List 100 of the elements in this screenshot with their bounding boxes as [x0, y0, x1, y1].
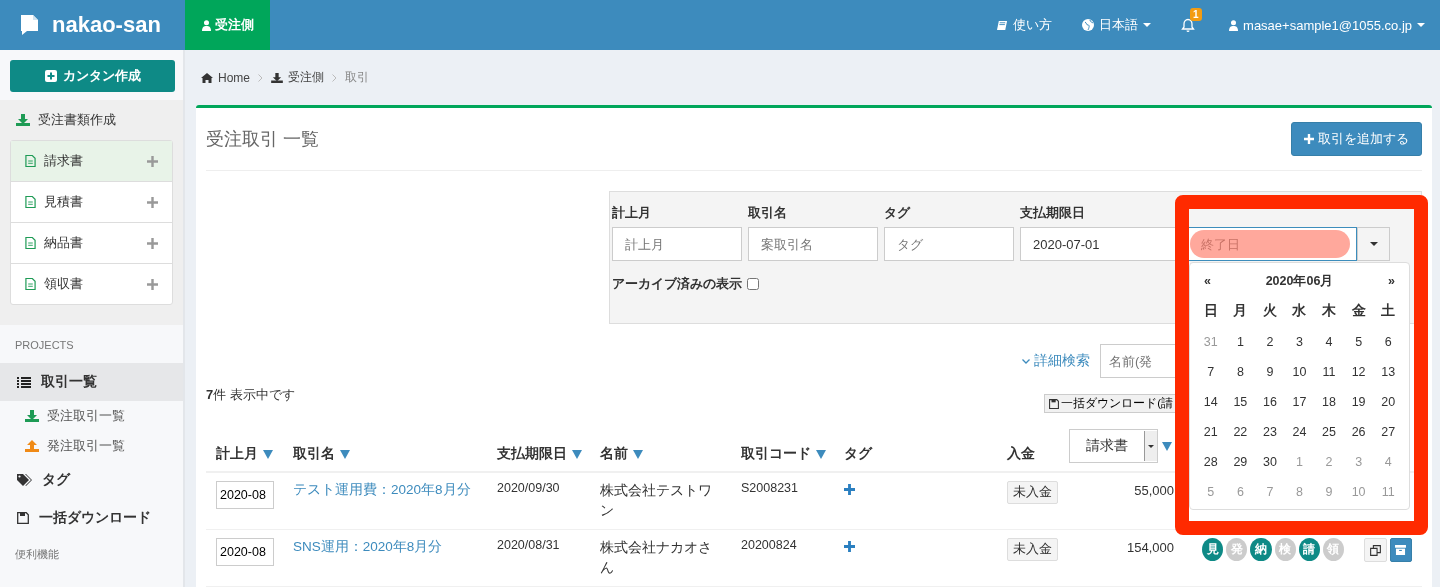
add-tag-icon[interactable]: [844, 541, 855, 552]
calendar-day[interactable]: 27: [1373, 417, 1403, 447]
calendar-day[interactable]: 28: [1196, 447, 1226, 477]
calendar-day[interactable]: 25: [1314, 417, 1344, 447]
calendar-day[interactable]: 26: [1343, 417, 1374, 447]
field-label: 取引名: [748, 204, 788, 221]
sort-icon: [340, 449, 350, 459]
calendar-day[interactable]: 3: [1284, 327, 1315, 357]
nav-item[interactable]: タグ: [0, 461, 183, 499]
notification-count: 1: [1190, 8, 1202, 21]
sort-icon: [633, 449, 643, 459]
nav-subitem[interactable]: 受注取引一覧: [0, 401, 183, 431]
filter-field[interactable]: タグ: [884, 227, 1014, 261]
month-field[interactable]: 2020-08: [216, 538, 274, 566]
table-cell-text: 株式会社テストワン: [600, 482, 713, 520]
column-header[interactable]: 名前: [600, 445, 643, 463]
document-status-badge[interactable]: 納: [1250, 538, 1272, 561]
calendar-day[interactable]: 21: [1196, 417, 1226, 447]
calendar-day[interactable]: 16: [1255, 387, 1285, 417]
calendar-day[interactable]: 13: [1373, 357, 1403, 387]
breadcrumb-link[interactable]: 受注側: [271, 69, 324, 86]
archive-button[interactable]: [1389, 538, 1412, 562]
plus-square-icon: [44, 70, 57, 82]
calendar-day[interactable]: 8: [1225, 357, 1256, 387]
filter-field[interactable]: 案取引名: [748, 227, 878, 261]
calendar-day[interactable]: 20: [1373, 387, 1403, 417]
calendar-day[interactable]: 6: [1373, 327, 1403, 357]
table-cell: S2008231: [741, 481, 798, 495]
table-cell: 20200824: [741, 538, 797, 552]
quick-create-button[interactable]: カンタン作成: [10, 60, 175, 92]
document-icon: [25, 236, 36, 250]
sort-icon: [263, 449, 273, 459]
bell-icon[interactable]: [1181, 18, 1196, 32]
plus-icon[interactable]: [147, 278, 158, 290]
calendar-day[interactable]: 9: [1255, 357, 1285, 387]
calendar-day[interactable]: 24: [1284, 417, 1315, 447]
advanced-search-link[interactable]: 詳細検索: [1022, 352, 1090, 370]
chevron-icon: [258, 73, 263, 82]
calendar-day[interactable]: 1: [1225, 327, 1256, 357]
add-tag-icon[interactable]: [844, 484, 855, 495]
document-item[interactable]: 納品書: [11, 222, 172, 263]
document-status-badge[interactable]: 請: [1298, 538, 1320, 561]
calendar-day[interactable]: 11: [1314, 357, 1344, 387]
plus-icon: [1304, 134, 1314, 144]
filter-field[interactable]: 計上月: [612, 227, 742, 261]
table-cell: 154,000: [1127, 540, 1174, 555]
calendar-day[interactable]: 22: [1225, 417, 1256, 447]
column-header[interactable]: 支払期限日: [497, 445, 582, 463]
column-header[interactable]: 取引コード: [741, 445, 826, 463]
plus-icon[interactable]: [147, 237, 158, 249]
breadcrumb-link[interactable]: Home: [201, 70, 250, 85]
column-header[interactable]: 取引名: [293, 445, 350, 463]
next-month-button[interactable]: »: [1388, 274, 1395, 288]
calendar-day[interactable]: 17: [1284, 387, 1315, 417]
nav-subitem[interactable]: 発注取引一覧: [0, 431, 183, 461]
document-item[interactable]: 見積書: [11, 181, 172, 222]
calendar-day[interactable]: 15: [1225, 387, 1256, 417]
weekday-label: 火: [1261, 302, 1278, 320]
calendar-day[interactable]: 30: [1255, 447, 1285, 477]
calendar-day[interactable]: 14: [1196, 387, 1226, 417]
help-link[interactable]: 使い方: [997, 16, 1053, 34]
month-title[interactable]: 2020年06月: [1265, 272, 1334, 290]
app-logo[interactable]: nakao-san: [52, 12, 161, 38]
calendar-day[interactable]: 5: [1343, 327, 1374, 357]
nav-item[interactable]: 一括ダウンロード: [0, 499, 183, 537]
previous-month-button[interactable]: «: [1204, 274, 1211, 288]
calendar-day[interactable]: 10: [1284, 357, 1315, 387]
deal-name-link[interactable]: SNS運用：2020年8月分: [293, 539, 443, 554]
calendar-day[interactable]: 2: [1255, 327, 1285, 357]
table-cell: 55,000: [1134, 483, 1174, 498]
column-header[interactable]: 計上月: [216, 445, 273, 463]
calendar-day[interactable]: 23: [1255, 417, 1285, 447]
calendar-day[interactable]: 7: [1196, 357, 1226, 387]
document-status-badge[interactable]: 見: [1202, 538, 1224, 561]
document-item[interactable]: 請求書: [11, 141, 172, 181]
month-field[interactable]: 2020-08: [216, 481, 274, 509]
plus-icon[interactable]: [147, 155, 158, 167]
document-item[interactable]: 領収書: [11, 263, 172, 304]
document-icon: [25, 154, 36, 168]
name-search-field[interactable]: 名前(発: [1100, 344, 1175, 378]
copy-button[interactable]: [1364, 538, 1387, 562]
archive-checkbox[interactable]: [747, 278, 759, 290]
nav-item[interactable]: 取引一覧: [0, 363, 183, 401]
archive-icon: [1395, 545, 1407, 555]
document-type-select[interactable]: 請求書: [1069, 429, 1158, 463]
calendar-day[interactable]: 29: [1225, 447, 1256, 477]
calendar-day[interactable]: 4: [1314, 327, 1344, 357]
weekday-label: 水: [1291, 302, 1308, 320]
calendar-day[interactable]: 18: [1314, 387, 1344, 417]
deal-name-link[interactable]: テスト運用費：2020年8月分: [293, 482, 471, 497]
calendar-day[interactable]: 19: [1343, 387, 1374, 417]
plus-icon[interactable]: [147, 196, 158, 208]
bulk-download-button[interactable]: 一括ダウンロード(請: [1044, 394, 1175, 413]
calendar-day[interactable]: 12: [1343, 357, 1374, 387]
caret-icon: [1148, 444, 1154, 448]
add-deal-button[interactable]: 取引を追加する: [1291, 122, 1422, 156]
language-menu[interactable]: 日本語: [1082, 16, 1152, 34]
book-icon: [997, 19, 1009, 31]
user-menu[interactable]: masae+sample1@1055.co.jp: [1229, 17, 1425, 33]
document-icon: [25, 277, 36, 291]
